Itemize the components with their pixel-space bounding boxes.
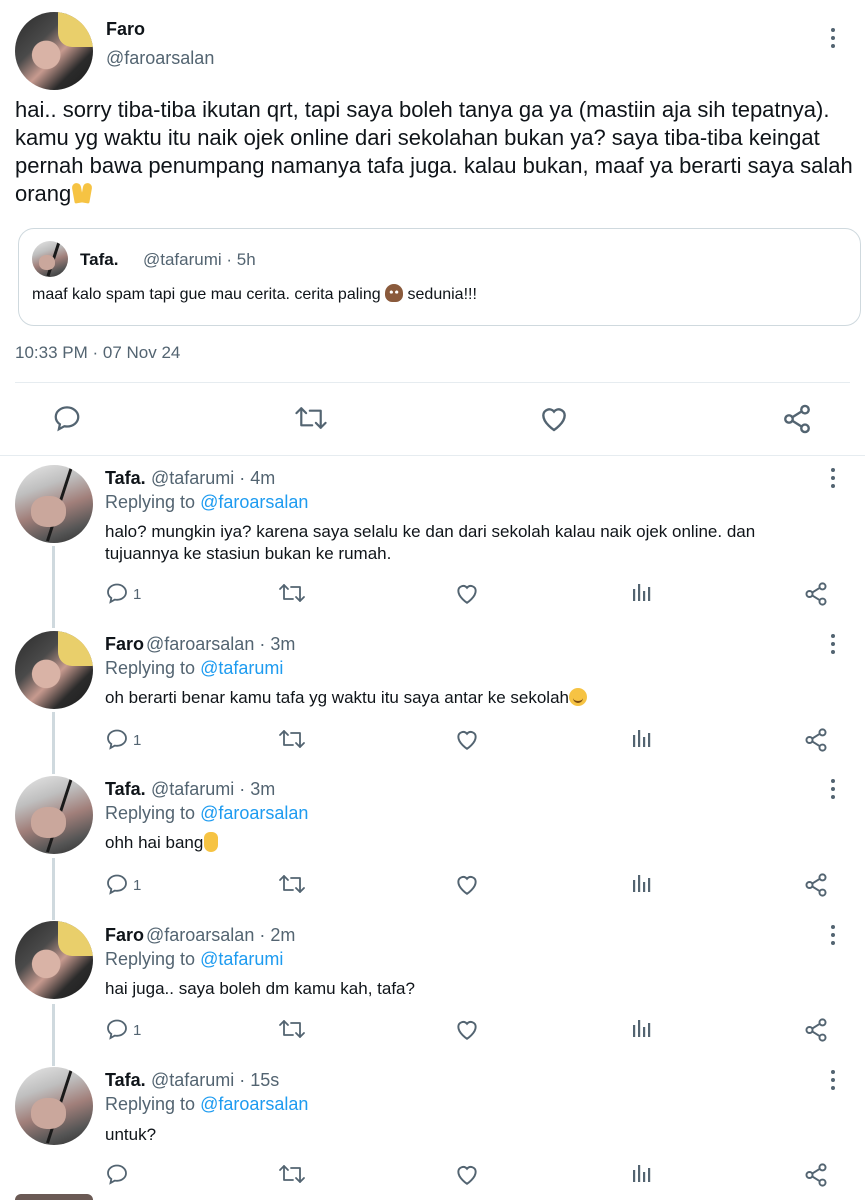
share-icon[interactable] — [803, 1162, 829, 1188]
reply-author-handle[interactable]: @tafarumi · 4m — [151, 468, 275, 489]
replying-to: Replying to @tafarumi — [105, 949, 284, 969]
like-icon[interactable] — [454, 727, 480, 751]
reply-count: 1 — [133, 877, 142, 894]
pile-of-poo-icon — [385, 284, 404, 302]
share-icon[interactable] — [803, 872, 829, 898]
views-icon[interactable] — [631, 581, 653, 603]
replying-to-link[interactable]: @tafarumi — [200, 949, 283, 969]
divider — [15, 382, 850, 383]
like-icon[interactable] — [538, 403, 570, 433]
replying-to-link[interactable]: @faroarsalan — [200, 492, 308, 512]
reply-author-name[interactable]: Faro — [105, 634, 144, 655]
thread-line — [52, 858, 55, 920]
thread-line — [52, 712, 55, 774]
more-options-icon[interactable] — [823, 632, 843, 656]
retweet-icon[interactable] — [278, 581, 306, 605]
avatar[interactable] — [15, 12, 93, 90]
reply-text: hai juga.. saya boleh dm kamu kah, tafa? — [105, 979, 415, 998]
quoted-author-handle: @tafarumi · 5h — [143, 250, 256, 269]
like-icon[interactable] — [454, 1017, 480, 1041]
share-icon[interactable] — [781, 403, 813, 435]
retweet-icon[interactable] — [278, 1017, 306, 1041]
reply-count: 1 — [133, 732, 142, 749]
tweet-text: hai.. sorry tiba-tiba ikutan qrt, tapi s… — [15, 97, 859, 206]
reply-author-name[interactable]: Tafa. — [105, 779, 146, 800]
reply-text: oh berarti benar kamu tafa yg waktu itu … — [105, 687, 825, 709]
share-icon[interactable] — [803, 581, 829, 607]
views-icon[interactable] — [631, 872, 653, 894]
quoted-tweet[interactable]: Tafa. @tafarumi · 5h maaf kalo spam tapi… — [18, 228, 861, 326]
reply-text: untuk? — [105, 1125, 157, 1144]
more-options-icon[interactable] — [823, 777, 843, 801]
avatar[interactable] — [15, 631, 93, 709]
like-icon[interactable] — [454, 872, 480, 896]
reply-count: 1 — [133, 1022, 142, 1039]
reply-icon[interactable] — [105, 1162, 129, 1186]
thread-line — [52, 1004, 55, 1066]
reply-icon[interactable] — [105, 872, 129, 896]
more-options-icon[interactable] — [823, 26, 843, 50]
replying-to: Replying to @faroarsalan — [105, 803, 309, 823]
quoted-author-name: Tafa. — [80, 250, 119, 269]
reply-text: halo? mungkin iya? karena saya selalu ke… — [105, 522, 756, 563]
quoted-tweet-text: maaf kalo spam tapi gue mau cerita. ceri… — [32, 284, 477, 303]
raised-hand-icon — [204, 832, 219, 852]
replying-to: Replying to @tafarumi — [105, 658, 284, 678]
tweet-timestamp[interactable]: 10:33 PM · 07 Nov 24 — [15, 343, 180, 363]
views-icon[interactable] — [631, 1017, 653, 1039]
reply-icon[interactable] — [52, 403, 82, 433]
like-icon[interactable] — [454, 581, 480, 605]
avatar — [15, 1194, 93, 1200]
reply-icon[interactable] — [105, 1017, 129, 1041]
reply-author-name[interactable]: Faro — [105, 925, 144, 946]
reply-icon[interactable] — [105, 727, 129, 751]
more-options-icon[interactable] — [823, 923, 843, 947]
views-icon[interactable] — [631, 1162, 653, 1184]
thread-line — [52, 546, 55, 628]
avatar[interactable] — [15, 921, 93, 999]
retweet-icon[interactable] — [294, 403, 328, 433]
reply-author-handle[interactable]: @faroarsalan · 3m — [146, 634, 295, 655]
reply-author-name[interactable]: Tafa. — [105, 1070, 146, 1091]
avatar[interactable] — [15, 465, 93, 543]
replying-to-link[interactable]: @faroarsalan — [200, 803, 308, 823]
more-options-icon[interactable] — [823, 466, 843, 490]
views-icon[interactable] — [631, 727, 653, 749]
replying-to-link[interactable]: @faroarsalan — [200, 1094, 308, 1114]
reply-count: 1 — [133, 586, 142, 603]
replying-to: Replying to @faroarsalan — [105, 492, 309, 512]
replying-to-link[interactable]: @tafarumi — [200, 658, 283, 678]
retweet-icon[interactable] — [278, 872, 306, 896]
more-options-icon[interactable] — [823, 1068, 843, 1092]
smiling-face-with-sweat-icon — [568, 688, 587, 706]
like-icon[interactable] — [454, 1162, 480, 1186]
avatar[interactable] — [15, 1067, 93, 1145]
folded-hands-icon — [71, 183, 93, 205]
share-icon[interactable] — [803, 727, 829, 753]
avatar — [32, 241, 68, 277]
reply-author-handle[interactable]: @tafarumi · 15s — [151, 1070, 279, 1091]
divider — [0, 455, 865, 456]
reply-text: ohh hai bang — [105, 832, 825, 854]
reply-author-handle[interactable]: @faroarsalan · 2m — [146, 925, 295, 946]
share-icon[interactable] — [803, 1017, 829, 1043]
retweet-icon[interactable] — [278, 1162, 306, 1186]
retweet-icon[interactable] — [278, 727, 306, 751]
reply-icon[interactable] — [105, 581, 129, 605]
replying-to: Replying to @faroarsalan — [105, 1094, 309, 1114]
author-handle[interactable]: @faroarsalan — [106, 48, 214, 69]
avatar[interactable] — [15, 776, 93, 854]
reply-author-name[interactable]: Tafa. — [105, 468, 146, 489]
author-name[interactable]: Faro — [106, 19, 145, 40]
reply-author-handle[interactable]: @tafarumi · 3m — [151, 779, 275, 800]
